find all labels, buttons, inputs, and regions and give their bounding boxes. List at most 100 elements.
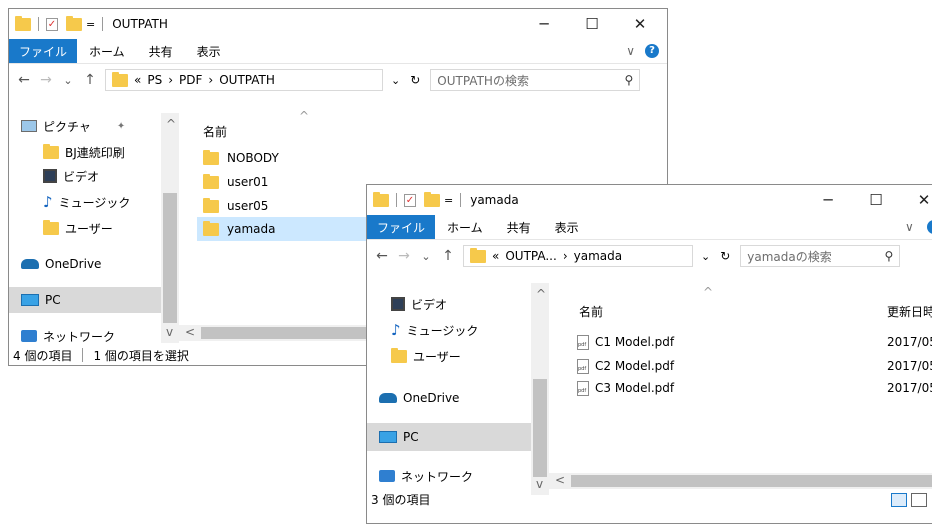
address-dropdown-icon[interactable]: ⌄ [391, 74, 400, 87]
folder-icon [470, 247, 486, 263]
new-folder-icon[interactable] [424, 191, 440, 207]
breadcrumb-item-pdf[interactable]: PDF [179, 73, 202, 87]
status-bar: 3 個の項目 [367, 489, 430, 509]
close-button[interactable]: ✕ [901, 185, 932, 215]
scroll-left-icon[interactable]: < [185, 325, 195, 339]
onedrive-icon [379, 393, 397, 403]
folder-icon [203, 220, 219, 236]
file-date: 2017/05 [887, 381, 932, 395]
tab-file[interactable]: ファイル [367, 215, 436, 239]
nav-item-music[interactable]: ♪ ミュージック [9, 189, 179, 215]
close-button[interactable]: ✕ [617, 9, 663, 39]
minimize-button[interactable]: ─ [805, 185, 851, 215]
minimize-button[interactable]: ─ [521, 9, 567, 39]
breadcrumb-item-outpath[interactable]: OUTPA... [505, 249, 556, 263]
column-header-name[interactable]: 名前 [203, 123, 227, 140]
breadcrumb-item-yamada[interactable]: yamada [574, 249, 622, 263]
details-view-icon[interactable] [891, 493, 907, 507]
tab-file[interactable]: ファイル [9, 39, 78, 63]
nav-scrollbar[interactable]: ^ v [531, 283, 549, 495]
file-row-user05[interactable]: user05 [197, 195, 377, 217]
search-icon[interactable]: ⚲ [884, 249, 893, 263]
tab-view[interactable]: 表示 [185, 43, 233, 60]
pdf-icon [577, 358, 589, 374]
up-button[interactable]: ↑ [437, 248, 459, 264]
tab-share[interactable]: 共有 [137, 43, 185, 60]
up-button[interactable]: ↑ [79, 72, 101, 88]
expand-ribbon-icon[interactable]: ∨ [626, 44, 635, 58]
maximize-button[interactable]: ☐ [569, 9, 615, 39]
nav-item-videos[interactable]: ビデオ [367, 291, 537, 317]
search-icon[interactable]: ⚲ [624, 73, 633, 87]
file-row-yamada[interactable]: yamada [197, 217, 377, 241]
tab-home[interactable]: ホーム [77, 43, 137, 60]
address-bar[interactable]: « PS › PDF › OUTPATH [105, 69, 383, 91]
scroll-down-icon[interactable]: v [166, 325, 173, 339]
breadcrumb-item-outpath[interactable]: OUTPATH [219, 73, 275, 87]
maximize-button[interactable]: ☐ [853, 185, 899, 215]
nav-item-pictures[interactable]: ピクチャ ✦ [9, 113, 179, 139]
scroll-up-icon[interactable]: ^ [536, 287, 546, 301]
expand-ribbon-icon[interactable]: ∨ [905, 220, 914, 234]
help-icon[interactable] [927, 220, 932, 234]
horizontal-scrollbar[interactable]: < [549, 473, 932, 489]
nav-item-users[interactable]: ユーザー [367, 343, 537, 369]
column-header-date[interactable]: 更新日時 [887, 303, 932, 320]
pc-icon [379, 431, 397, 443]
nav-item-pc[interactable]: PC [367, 423, 537, 451]
file-name: C1 Model.pdf [595, 335, 675, 349]
address-bar[interactable]: « OUTPA... › yamada [463, 245, 693, 267]
column-header-name[interactable]: 名前 [579, 303, 603, 320]
tab-share[interactable]: 共有 [495, 219, 543, 236]
help-icon[interactable]: ? [645, 44, 659, 58]
scroll-thumb[interactable] [571, 475, 932, 487]
pc-icon [21, 294, 39, 306]
refresh-button[interactable]: ↻ [410, 73, 420, 87]
search-box[interactable]: OUTPATHの検索 ⚲ [430, 69, 641, 91]
new-folder-icon[interactable] [66, 15, 82, 31]
separator [82, 348, 84, 362]
nav-item-network[interactable]: ネットワーク [367, 463, 537, 489]
back-button[interactable]: ← [13, 72, 35, 88]
recent-locations-button[interactable]: ⌄ [57, 74, 79, 87]
nav-item-onedrive[interactable]: OneDrive [367, 385, 537, 411]
search-input[interactable]: yamadaの検索 [747, 248, 831, 265]
nav-item-bj-print[interactable]: BJ連続印刷 [9, 139, 179, 165]
address-dropdown-icon[interactable]: ⌄ [701, 250, 710, 263]
scroll-thumb[interactable] [533, 379, 547, 477]
file-row-c3[interactable]: C3 Model.pdf 2017/05 [577, 377, 932, 399]
properties-icon[interactable]: ✓ [404, 193, 416, 207]
tab-home[interactable]: ホーム [435, 219, 495, 236]
breadcrumb-overflow[interactable]: « [134, 73, 141, 87]
search-input[interactable]: OUTPATHの検索 [437, 72, 529, 89]
breadcrumb-overflow[interactable]: « [492, 249, 499, 263]
refresh-button[interactable]: ↻ [720, 249, 730, 263]
recent-locations-button[interactable]: ⌄ [415, 250, 437, 263]
scroll-thumb[interactable] [163, 193, 177, 323]
file-row-user01[interactable]: user01 [197, 171, 377, 193]
nav-item-videos[interactable]: ビデオ [9, 163, 179, 189]
scroll-down-icon[interactable]: v [536, 477, 543, 491]
nav-item-pc[interactable]: PC [9, 287, 179, 313]
breadcrumb-item-ps[interactable]: PS [147, 73, 162, 87]
file-row-c2[interactable]: C2 Model.pdf 2017/05 [577, 355, 932, 377]
forward-button[interactable]: → [393, 248, 415, 264]
nav-item-users[interactable]: ユーザー [9, 215, 179, 241]
nav-label: ピクチャ [43, 119, 91, 134]
customize-quick-access-icon[interactable]: = [86, 18, 95, 31]
nav-item-music[interactable]: ♪ ミュージック [367, 317, 537, 343]
tab-view[interactable]: 表示 [543, 219, 591, 236]
file-row-nobody[interactable]: NOBODY [197, 147, 377, 169]
scroll-left-icon[interactable]: < [555, 473, 565, 487]
forward-button[interactable]: → [35, 72, 57, 88]
nav-item-onedrive[interactable]: OneDrive [9, 251, 179, 277]
nav-scrollbar[interactable]: ^ v [161, 113, 179, 343]
customize-quick-access-icon[interactable]: = [444, 194, 453, 207]
large-icons-view-icon[interactable] [911, 493, 927, 507]
status-item-count: 3 個の項目 [371, 492, 431, 507]
properties-icon[interactable]: ✓ [46, 17, 58, 31]
search-box[interactable]: yamadaの検索 ⚲ [740, 245, 901, 267]
scroll-up-icon[interactable]: ^ [166, 117, 176, 131]
file-row-c1[interactable]: C1 Model.pdf 2017/05 [577, 331, 932, 353]
back-button[interactable]: ← [371, 248, 393, 264]
